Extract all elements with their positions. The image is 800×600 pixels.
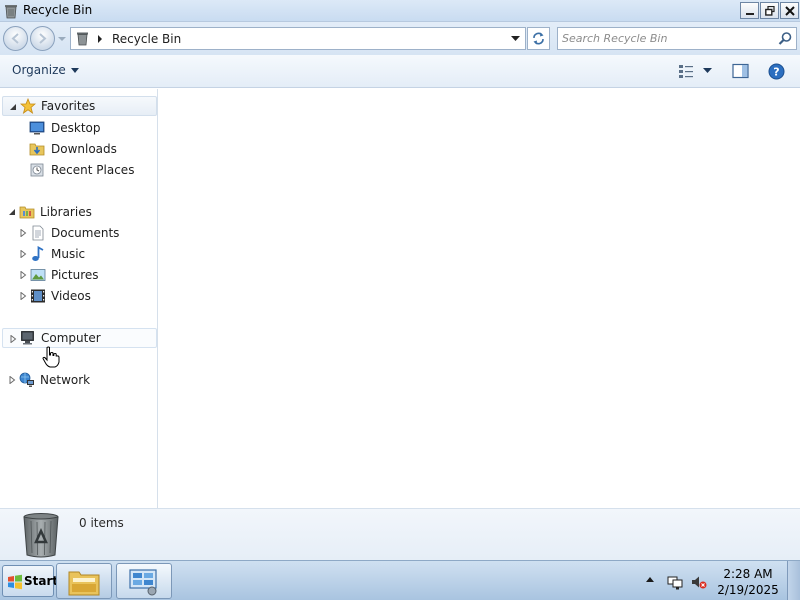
svg-text:?: ? <box>773 66 779 79</box>
recycle-bin-icon <box>5 5 17 19</box>
nav-item-videos[interactable]: Videos <box>2 286 157 306</box>
window-title: Recycle Bin <box>23 3 93 17</box>
nav-favorites[interactable]: Favorites <box>2 96 157 116</box>
control-panel-icon <box>129 569 157 596</box>
nav-item-music[interactable]: Music <box>2 244 157 264</box>
downloads-folder-icon <box>29 143 45 156</box>
back-button[interactable] <box>3 26 28 51</box>
volume-muted-icon[interactable] <box>691 574 707 590</box>
minimize-icon <box>745 12 754 15</box>
nav-computer[interactable]: Computer <box>2 328 157 348</box>
title-bar[interactable]: Recycle Bin <box>0 0 800 22</box>
network-icon <box>19 372 34 387</box>
hand-cursor-icon <box>42 346 60 368</box>
nav-item-label: Desktop <box>51 121 101 135</box>
expand-arrow-icon[interactable] <box>19 229 27 237</box>
taskbar: Start 2:28 AM 2/19/2025 <box>0 560 800 600</box>
search-icon[interactable] <box>778 31 793 46</box>
expand-arrow-icon[interactable] <box>19 250 27 258</box>
close-icon <box>784 5 795 16</box>
star-icon <box>20 98 36 114</box>
expand-arrow-icon[interactable] <box>8 376 16 384</box>
nav-item-label: Videos <box>51 289 91 303</box>
taskbar-control-panel-button[interactable] <box>116 563 172 599</box>
pictures-icon <box>30 269 46 281</box>
desktop-icon <box>29 121 45 135</box>
forward-button[interactable] <box>30 26 55 51</box>
nav-network[interactable]: Network <box>2 370 157 390</box>
help-icon[interactable]: ? <box>768 63 785 80</box>
organize-dropdown-icon <box>70 68 79 73</box>
file-list-area[interactable] <box>159 89 800 508</box>
windows-logo-icon <box>8 574 22 590</box>
nav-item-downloads[interactable]: Downloads <box>2 139 157 159</box>
nav-item-documents[interactable]: Documents <box>2 223 157 243</box>
forward-arrow-icon <box>39 33 47 44</box>
network-tray-icon[interactable] <box>667 574 683 590</box>
nav-favorites-label: Favorites <box>41 99 96 113</box>
command-bar: Organize ? <box>0 55 800 88</box>
search-input[interactable] <box>562 30 772 47</box>
show-hidden-icons-arrow[interactable] <box>646 577 654 582</box>
recent-places-icon <box>30 163 44 177</box>
organize-label: Organize <box>12 63 66 77</box>
nav-item-desktop[interactable]: Desktop <box>2 118 157 138</box>
minimize-button[interactable] <box>740 2 759 19</box>
restore-icon <box>764 5 775 16</box>
preview-pane-icon[interactable] <box>732 63 749 79</box>
recycle-bin-icon <box>23 513 59 558</box>
recent-pages-dropdown-icon[interactable] <box>58 35 66 43</box>
address-row: Recycle Bin <box>0 22 800 55</box>
film-strip-icon <box>31 289 45 303</box>
show-desktop-button[interactable] <box>787 561 800 600</box>
refresh-icon <box>533 32 544 45</box>
nav-item-label: Documents <box>51 226 120 240</box>
windows-explorer-icon <box>68 571 100 596</box>
collapse-arrow-icon[interactable] <box>8 208 16 216</box>
close-button[interactable] <box>780 2 799 19</box>
nav-item-label: Music <box>51 247 86 261</box>
restore-button[interactable] <box>760 2 779 19</box>
view-options-icon[interactable] <box>678 63 694 79</box>
start-label: Start <box>24 574 59 588</box>
clock-date: 2/19/2025 <box>717 583 779 597</box>
music-note-icon <box>32 246 44 261</box>
clock-time: 2:28 AM <box>723 567 773 581</box>
computer-icon <box>21 331 34 345</box>
back-arrow-icon <box>11 33 19 44</box>
breadcrumb-chevron-icon[interactable] <box>97 35 103 43</box>
expand-arrow-icon[interactable] <box>19 292 27 300</box>
details-pane: 0 items <box>0 508 800 560</box>
collapse-arrow-icon[interactable] <box>9 103 17 111</box>
libraries-folder-icon <box>19 206 35 219</box>
organize-button[interactable]: Organize <box>12 63 79 77</box>
refresh-button[interactable] <box>527 27 550 50</box>
navigation-pane[interactable]: Favorites Desktop Downloads Recent Place… <box>0 89 158 508</box>
nav-network-label: Network <box>40 373 91 387</box>
address-history-dropdown-icon[interactable] <box>511 36 520 42</box>
taskbar-clock[interactable]: 2:28 AM 2/19/2025 <box>712 566 784 598</box>
nav-item-pictures[interactable]: Pictures <box>2 265 157 285</box>
nav-item-recent-places[interactable]: Recent Places <box>2 160 157 180</box>
nav-item-label: Pictures <box>51 268 99 282</box>
recycle-bin-icon <box>77 32 88 46</box>
nav-computer-label: Computer <box>41 331 101 345</box>
nav-libraries[interactable]: Libraries <box>2 202 157 222</box>
nav-item-label: Recent Places <box>51 163 135 177</box>
breadcrumb-recycle-bin[interactable]: Recycle Bin <box>112 32 181 46</box>
item-count: 0 items <box>79 516 124 530</box>
taskbar-explorer-button[interactable] <box>56 563 112 599</box>
nav-item-label: Downloads <box>51 142 117 156</box>
view-options-dropdown-icon[interactable] <box>703 68 712 74</box>
expand-arrow-icon[interactable] <box>9 335 17 343</box>
documents-icon <box>32 225 44 241</box>
start-button[interactable]: Start <box>2 565 58 597</box>
search-box[interactable] <box>557 27 797 50</box>
expand-arrow-icon[interactable] <box>19 271 27 279</box>
address-bar[interactable]: Recycle Bin <box>70 27 526 50</box>
nav-libraries-label: Libraries <box>40 205 92 219</box>
